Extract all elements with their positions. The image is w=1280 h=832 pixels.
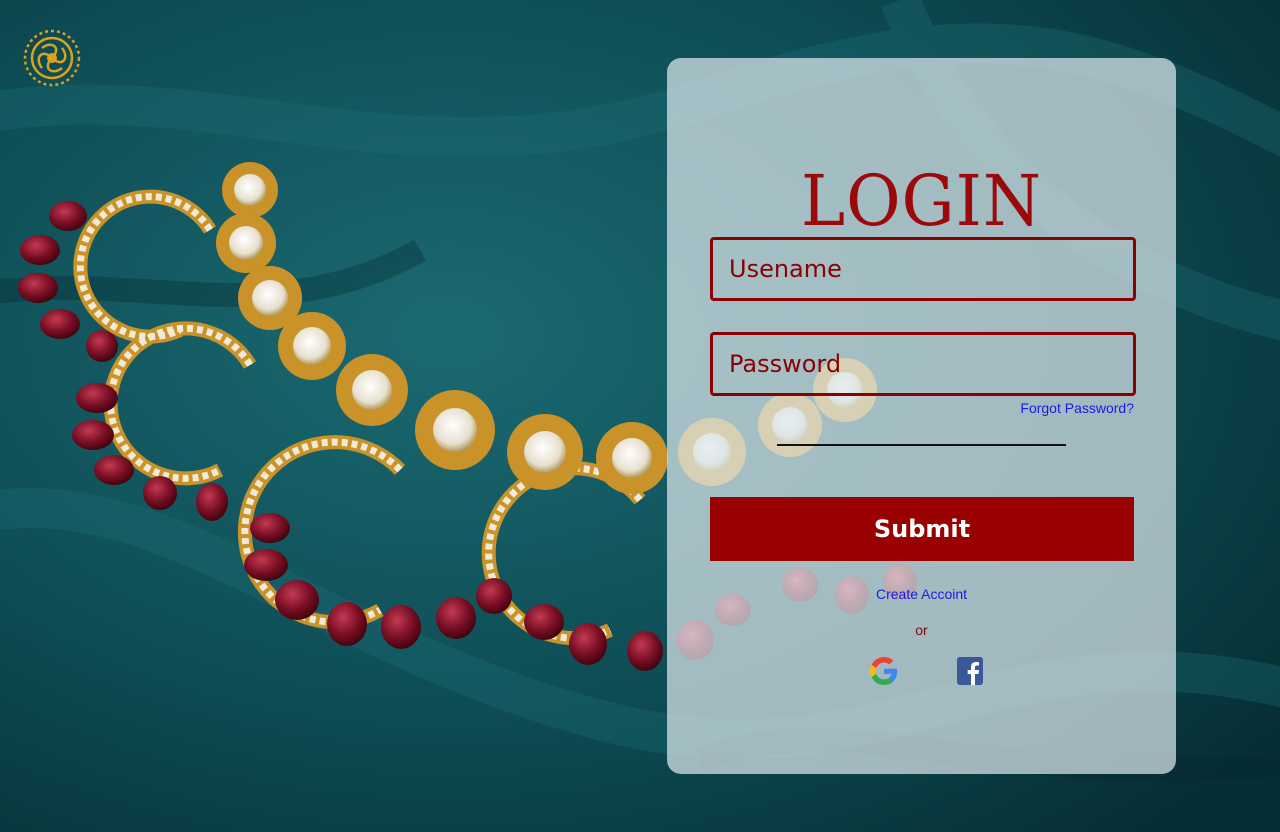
create-account-link[interactable]: Create Accoint [667, 586, 1176, 602]
brand-logo [23, 29, 81, 87]
divider [777, 444, 1066, 446]
google-icon [870, 657, 898, 685]
password-field [710, 332, 1136, 396]
facebook-login-button[interactable] [956, 657, 984, 685]
password-input[interactable] [713, 335, 1133, 393]
forgot-password-link[interactable]: Forgot Password? [1020, 400, 1134, 416]
login-title: LOGIN [800, 160, 1043, 242]
facebook-icon [957, 657, 983, 685]
login-card: LOGIN Forgot Password? Submit Create Acc… [667, 58, 1176, 774]
username-field [710, 237, 1136, 301]
google-login-button[interactable] [870, 657, 898, 685]
username-input[interactable] [713, 240, 1133, 298]
submit-button[interactable]: Submit [710, 497, 1134, 561]
or-separator: or [915, 622, 928, 638]
